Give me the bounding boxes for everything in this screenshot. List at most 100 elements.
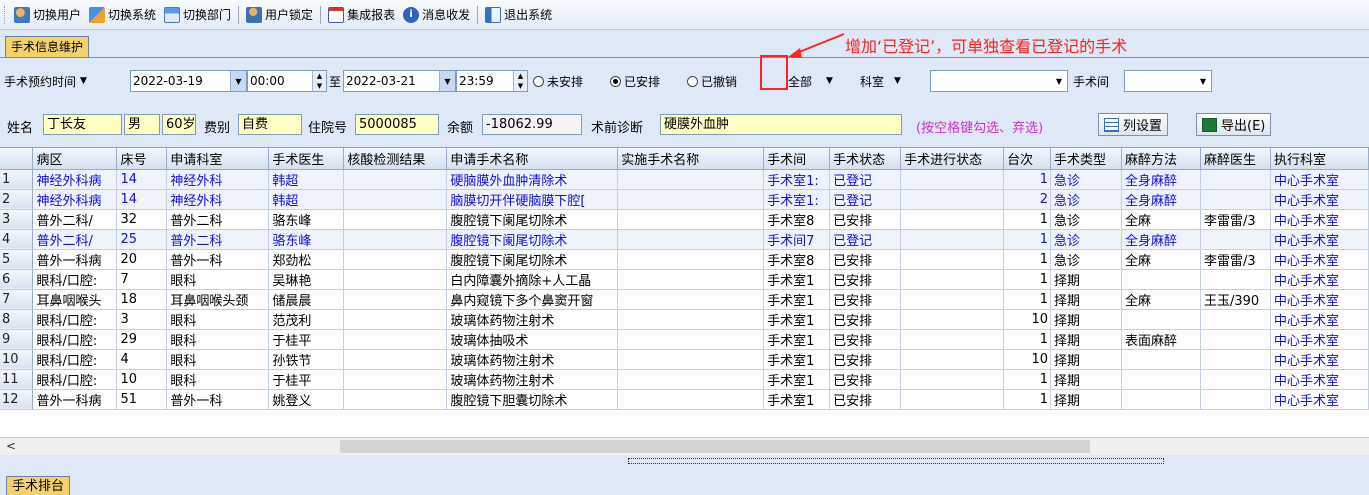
table-cell[interactable]: 眼科 <box>166 329 270 350</box>
table-cell[interactable] <box>900 269 1005 290</box>
table-cell[interactable]: 已安排 <box>829 209 902 230</box>
table-cell[interactable]: 3 <box>116 309 168 330</box>
table-cell[interactable] <box>617 249 765 270</box>
table-cell[interactable]: 已安排 <box>829 349 902 370</box>
table-cell[interactable]: 范茂利 <box>268 309 345 330</box>
table-cell[interactable]: 14 <box>116 189 168 210</box>
spin-updown-icon[interactable]: ▲ ▼ <box>513 71 527 91</box>
table-cell[interactable]: 中心手术室 <box>1270 329 1369 350</box>
table-cell[interactable]: 表面麻醉 <box>1121 329 1201 350</box>
table-cell[interactable]: 于桂平 <box>268 329 345 350</box>
table-cell[interactable]: 中心手术室 <box>1270 349 1369 370</box>
table-cell[interactable]: 1 <box>1003 229 1052 250</box>
table-cell[interactable]: 中心手术室 <box>1270 169 1369 190</box>
table-cell[interactable] <box>617 389 765 410</box>
table-cell[interactable]: 普外二科/ <box>32 229 118 250</box>
table-cell[interactable]: 鼻内窥镜下多个鼻窦开窗 <box>446 289 619 310</box>
table-cell[interactable]: 急诊 <box>1050 169 1123 190</box>
chevron-down-icon[interactable]: ▼ <box>230 71 246 91</box>
table-cell[interactable]: 中心手术室 <box>1270 249 1369 270</box>
table-row[interactable]: 1 神经外科病 14 神经外科 韩超 硬脑膜外血肿清除术 手术室1: 已登记 1 急诊 全身麻醉 中心… <box>0 169 1369 190</box>
column-header[interactable]: 手术间 <box>763 148 831 170</box>
table-cell[interactable]: 眼科 <box>166 349 270 370</box>
table-cell[interactable] <box>1200 229 1271 250</box>
table-cell[interactable] <box>343 209 448 230</box>
table-cell[interactable] <box>900 329 1005 350</box>
table-cell[interactable] <box>343 189 448 210</box>
table-cell[interactable]: 手术室1: <box>763 169 831 190</box>
table-cell[interactable]: 眼科 <box>166 309 270 330</box>
table-row[interactable]: 11 眼科/口腔: 10 眼科 于桂平 玻璃体药物注射术 手术室1 已安排 1 择期 中心手术室 <box>0 369 1369 390</box>
column-header[interactable]: 实施手术名称 <box>617 148 765 170</box>
table-cell[interactable] <box>1200 169 1271 190</box>
table-cell[interactable]: 手术间7 <box>763 229 831 250</box>
row-number[interactable]: 4 <box>0 229 34 250</box>
table-cell[interactable]: 1 <box>1003 169 1052 190</box>
table-row[interactable]: 8 眼科/口腔: 3 眼科 范茂利 玻璃体药物注射术 手术室1 已安排 10 择期 中心手术室 <box>0 309 1369 330</box>
table-cell[interactable] <box>900 369 1005 390</box>
table-cell[interactable]: 骆东峰 <box>268 209 345 230</box>
table-cell[interactable] <box>617 349 765 370</box>
table-row[interactable]: 6 眼科/口腔: 7 眼科 吴琳艳 白内障囊外摘除+人工晶 手术室1 已安排 1 择期 中心手术室 <box>0 269 1369 290</box>
row-number[interactable]: 7 <box>0 289 34 310</box>
table-cell[interactable]: 中心手术室 <box>1270 229 1369 250</box>
column-header[interactable]: 申请科室 <box>166 148 270 170</box>
table-cell[interactable] <box>343 309 448 330</box>
table-cell[interactable]: 玻璃体药物注射术 <box>446 369 619 390</box>
table-cell[interactable]: 25 <box>116 229 168 250</box>
table-cell[interactable]: 29 <box>116 329 168 350</box>
table-cell[interactable]: 14 <box>116 169 168 190</box>
table-cell[interactable] <box>900 209 1005 230</box>
radio-unscheduled[interactable]: 未安排 <box>533 73 583 90</box>
table-cell[interactable] <box>1121 369 1201 390</box>
chevron-down-icon[interactable]: ▼ <box>1195 71 1211 91</box>
table-cell[interactable] <box>900 169 1005 190</box>
table-cell[interactable]: 择期 <box>1050 289 1123 310</box>
table-cell[interactable]: 普外一科 <box>166 249 270 270</box>
table-cell[interactable]: 全麻 <box>1121 249 1201 270</box>
table-cell[interactable]: 眼科/口腔: <box>32 349 118 370</box>
table-cell[interactable]: 中心手术室 <box>1270 289 1369 310</box>
radio-scheduled[interactable]: 已安排 <box>610 73 660 90</box>
table-cell[interactable]: 眼科 <box>166 369 270 390</box>
report-button[interactable]: 集成报表 <box>324 3 399 27</box>
spin-updown-icon[interactable]: ▲ ▼ <box>312 71 326 91</box>
date-to-picker[interactable]: 2022-03-21 ▼ <box>343 70 456 92</box>
table-cell[interactable]: 玻璃体药物注射术 <box>446 349 619 370</box>
radio-cancelled[interactable]: 已撤销 <box>687 73 737 90</box>
table-cell[interactable]: 手术室8 <box>763 249 831 270</box>
table-cell[interactable]: 手术室1 <box>763 369 831 390</box>
table-cell[interactable]: 普外二科 <box>166 229 270 250</box>
inpatient-no-field[interactable]: 5000085 <box>355 114 439 135</box>
table-cell[interactable]: 白内障囊外摘除+人工晶 <box>446 269 619 290</box>
table-cell[interactable]: 神经外科病 <box>32 169 118 190</box>
row-number[interactable]: 9 <box>0 329 34 350</box>
table-cell[interactable]: 1 <box>1003 389 1052 410</box>
table-cell[interactable]: 普外一科 <box>166 389 270 410</box>
table-cell[interactable]: 腹腔镜下阑尾切除术 <box>446 249 619 270</box>
table-cell[interactable]: 骆东峰 <box>268 229 345 250</box>
column-header[interactable]: 台次 <box>1003 148 1052 170</box>
table-cell[interactable]: 已登记 <box>829 169 902 190</box>
table-cell[interactable]: 神经外科 <box>166 189 270 210</box>
table-cell[interactable] <box>900 229 1005 250</box>
table-cell[interactable]: 全身麻醉 <box>1121 169 1201 190</box>
chevron-down-icon[interactable]: ▼ <box>439 71 455 91</box>
table-cell[interactable]: 20 <box>116 249 168 270</box>
panel-splitter[interactable] <box>0 455 1369 467</box>
table-cell[interactable]: 全麻 <box>1121 289 1201 310</box>
table-cell[interactable]: 4 <box>116 349 168 370</box>
column-header[interactable]: 手术医生 <box>268 148 345 170</box>
table-cell[interactable]: 急诊 <box>1050 249 1123 270</box>
table-cell[interactable]: 于桂平 <box>268 369 345 390</box>
scroll-left-icon[interactable]: < <box>6 439 16 453</box>
table-cell[interactable]: 全身麻醉 <box>1121 189 1201 210</box>
table-cell[interactable]: 手术室1 <box>763 389 831 410</box>
table-cell[interactable] <box>1121 389 1201 410</box>
age-field[interactable]: 60岁 <box>162 114 196 135</box>
row-number[interactable]: 6 <box>0 269 34 290</box>
table-cell[interactable]: 已安排 <box>829 369 902 390</box>
column-header[interactable]: 病区 <box>32 148 118 170</box>
table-cell[interactable]: 全身麻醉 <box>1121 229 1201 250</box>
column-header[interactable]: 执行科室 <box>1270 148 1369 170</box>
